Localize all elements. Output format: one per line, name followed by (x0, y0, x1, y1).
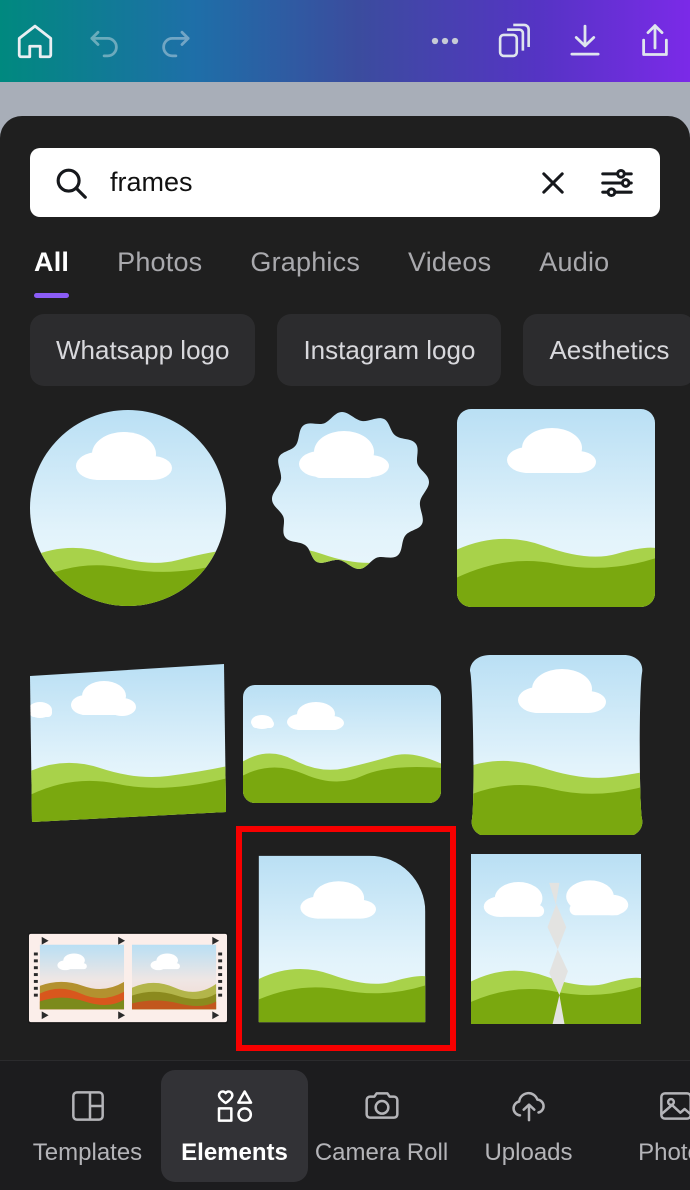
tab-all[interactable]: All (34, 247, 70, 298)
tab-graphics[interactable]: Graphics (250, 247, 360, 298)
download-icon[interactable] (550, 0, 620, 82)
nav-label: Uploads (484, 1138, 573, 1166)
nav-label: Photos (638, 1138, 690, 1166)
frame-scalloped[interactable] (242, 408, 442, 608)
tab-active-underline (34, 293, 70, 298)
results-row (0, 844, 690, 1024)
bottom-navigation: Templates Elements Camera Roll Uploads P… (0, 1060, 690, 1190)
filter-settings-icon[interactable] (576, 164, 642, 202)
frame-skewed-rectangle[interactable] (28, 662, 228, 827)
photos-icon (655, 1085, 690, 1127)
nav-item-camera-roll[interactable]: Camera Roll (308, 1070, 455, 1182)
chip-instagram-logo[interactable]: Instagram logo (277, 314, 502, 386)
tab-photos[interactable]: Photos (117, 247, 202, 298)
search-row (0, 116, 690, 217)
share-icon[interactable] (620, 0, 690, 82)
suggestion-chips[interactable]: Whatsapp logo Instagram logo Aesthetics … (0, 298, 690, 386)
frame-circle[interactable] (28, 408, 228, 608)
results-grid (0, 386, 690, 1066)
search-bar[interactable] (30, 148, 660, 217)
nav-label: Elements (181, 1138, 288, 1166)
templates-icon (68, 1085, 108, 1127)
nav-item-uploads[interactable]: Uploads (455, 1070, 602, 1182)
tab-label: Photos (117, 247, 203, 277)
tab-label: All (34, 247, 70, 277)
nav-item-photos[interactable]: Photos (602, 1070, 690, 1182)
redo-icon[interactable] (140, 0, 210, 82)
nav-label: Templates (32, 1138, 143, 1166)
editor-toolbar (0, 0, 690, 82)
elements-icon (213, 1085, 257, 1127)
clear-search-icon[interactable] (530, 166, 576, 200)
frame-corner-rounded[interactable] (242, 854, 442, 1024)
upload-cloud-icon (508, 1085, 550, 1127)
category-tabs: All Photos Graphics Videos Audio (0, 217, 690, 298)
more-options-icon[interactable] (410, 0, 480, 82)
app-screen: All Photos Graphics Videos Audio Whats (0, 0, 690, 1190)
tab-label: Audio (539, 247, 610, 277)
frame-torn-split[interactable] (456, 854, 656, 1024)
frame-film-strip[interactable] (28, 932, 228, 1024)
search-input[interactable] (90, 167, 530, 198)
camera-icon (361, 1085, 403, 1127)
tab-videos[interactable]: Videos (408, 247, 491, 298)
tab-label: Videos (408, 247, 492, 277)
frame-rounded-rectangle[interactable] (242, 684, 442, 804)
nav-item-elements[interactable]: Elements (161, 1069, 308, 1182)
tab-label: Graphics (250, 247, 361, 277)
frame-blob-square[interactable] (456, 653, 656, 835)
nav-label: Camera Roll (314, 1138, 449, 1166)
search-icon (52, 164, 90, 202)
duplicate-page-icon[interactable] (480, 0, 550, 82)
frame-rounded-square[interactable] (456, 408, 656, 608)
nav-item-templates[interactable]: Templates (14, 1070, 161, 1182)
tab-audio[interactable]: Audio (539, 247, 609, 298)
elements-panel: All Photos Graphics Videos Audio Whats (0, 116, 690, 1190)
chip-whatsapp-logo[interactable]: Whatsapp logo (30, 314, 256, 386)
home-icon[interactable] (0, 0, 70, 82)
chip-aesthetics[interactable]: Aesthetics (523, 314, 690, 386)
undo-icon[interactable] (70, 0, 140, 82)
results-row (0, 644, 690, 844)
results-row (0, 408, 690, 644)
